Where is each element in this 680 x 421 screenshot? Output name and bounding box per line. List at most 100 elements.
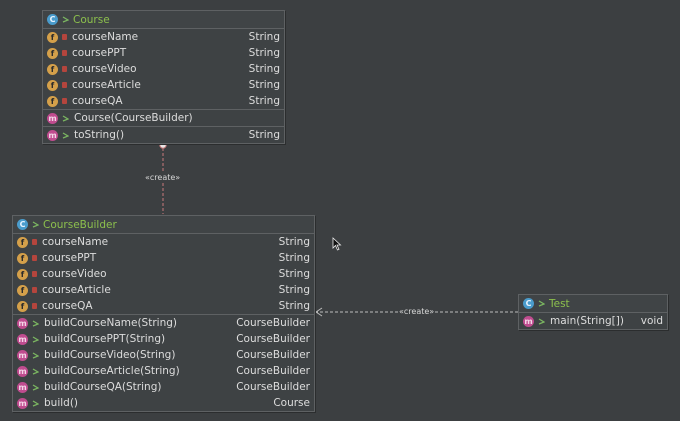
field-name: courseQA	[42, 300, 93, 312]
field-row[interactable]: f courseVideo String	[43, 61, 284, 77]
field-row[interactable]: f courseArticle String	[13, 282, 314, 298]
field-row[interactable]: f courseQA String	[13, 298, 314, 314]
public-visibility-icon	[32, 351, 39, 359]
type-label: String	[248, 63, 280, 75]
class-coursebuilder-header[interactable]: C CourseBuilder	[13, 216, 314, 234]
public-visibility-icon	[32, 319, 39, 327]
class-title: CourseBuilder	[43, 218, 117, 231]
field-icon: f	[17, 300, 28, 312]
class-course[interactable]: C Course f courseName String f coursePPT Stri…	[42, 10, 285, 144]
type-label: String	[248, 31, 280, 43]
field-row[interactable]: f courseArticle String	[43, 77, 284, 93]
type-label: CourseBuilder	[236, 381, 310, 393]
fields-section: f courseName String f coursePPT String f course…	[43, 29, 284, 110]
method-row[interactable]: m buildCourseName(String) CourseBuilder	[13, 315, 314, 331]
method-signature: buildCourseArticle(String)	[44, 365, 180, 377]
field-icon: f	[17, 284, 28, 296]
type-label: String	[248, 129, 280, 141]
public-visibility-icon	[32, 383, 39, 391]
method-row[interactable]: m toString() String	[43, 127, 284, 143]
field-name: courseArticle	[72, 79, 141, 91]
field-icon: f	[47, 63, 58, 75]
private-visibility-icon	[32, 303, 37, 309]
type-label: String	[248, 47, 280, 59]
private-visibility-icon	[62, 50, 67, 56]
public-visibility-icon	[62, 114, 69, 122]
type-label: String	[278, 268, 310, 280]
field-row[interactable]: f coursePPT String	[43, 45, 284, 61]
public-visibility-icon	[538, 300, 545, 307]
create-label-test-builder: «create»	[398, 307, 436, 316]
method-icon: m	[17, 333, 28, 345]
methods-section: m main(String[]) void	[519, 313, 667, 329]
public-visibility-icon	[32, 399, 39, 407]
methods-section: m buildCourseName(String) CourseBuilder m bu…	[13, 315, 314, 411]
field-name: coursePPT	[42, 252, 97, 264]
field-row[interactable]: f courseName String	[43, 29, 284, 45]
public-visibility-icon	[62, 16, 69, 23]
method-signature: buildCoursePPT(String)	[44, 333, 166, 345]
field-name: coursePPT	[72, 47, 127, 59]
type-label: String	[278, 236, 310, 248]
class-test-header[interactable]: C Test	[519, 295, 667, 313]
field-icon: f	[47, 47, 58, 59]
method-icon: m	[47, 129, 58, 141]
mouse-cursor-icon	[332, 237, 342, 251]
type-label: Course	[273, 397, 310, 409]
static-nested-class-icon: C	[17, 219, 28, 230]
uml-diagram-canvas[interactable]: «create» «create» C Course f courseName St…	[0, 0, 680, 421]
public-visibility-icon	[32, 367, 39, 375]
method-signature: build()	[44, 397, 79, 409]
class-icon: C	[523, 298, 534, 309]
method-icon: m	[523, 315, 534, 327]
type-label: String	[278, 252, 310, 264]
method-row[interactable]: m buildCourseQA(String) CourseBuilder	[13, 379, 314, 395]
method-row[interactable]: m main(String[]) void	[519, 313, 667, 329]
field-row[interactable]: f courseName String	[13, 234, 314, 250]
field-icon: f	[47, 79, 58, 91]
public-visibility-icon	[32, 335, 39, 343]
method-row[interactable]: m buildCourseArticle(String) CourseBuilder	[13, 363, 314, 379]
method-signature: main(String[])	[550, 315, 624, 327]
constructors-section: m Course(CourseBuilder)	[43, 110, 284, 127]
class-test[interactable]: C Test m main(String[]) void	[518, 294, 668, 330]
type-label: String	[248, 79, 280, 91]
method-signature: toString()	[74, 129, 125, 141]
public-visibility-icon	[32, 221, 39, 228]
class-icon: C	[47, 14, 58, 25]
method-row[interactable]: m Course(CourseBuilder)	[43, 110, 284, 126]
method-icon: m	[17, 397, 28, 409]
class-coursebuilder[interactable]: C CourseBuilder f courseName String f course…	[12, 215, 315, 412]
field-name: courseQA	[72, 95, 123, 107]
public-visibility-icon	[62, 131, 69, 139]
method-row[interactable]: m build() Course	[13, 395, 314, 411]
type-label: String	[278, 300, 310, 312]
private-visibility-icon	[32, 271, 37, 277]
field-icon: f	[17, 252, 28, 264]
field-icon: f	[17, 268, 28, 280]
fields-section: f courseName String f coursePPT String f course…	[13, 234, 314, 315]
field-name: courseArticle	[42, 284, 111, 296]
field-name: courseName	[72, 31, 139, 43]
field-icon: f	[17, 236, 28, 248]
type-label: String	[248, 95, 280, 107]
method-row[interactable]: m buildCourseVideo(String) CourseBuilder	[13, 347, 314, 363]
type-label: CourseBuilder	[236, 365, 310, 377]
class-title: Test	[549, 297, 570, 310]
field-row[interactable]: f courseVideo String	[13, 266, 314, 282]
method-icon: m	[17, 381, 28, 393]
create-label-builder-course: «create»	[144, 173, 182, 182]
field-name: courseVideo	[42, 268, 107, 280]
field-row[interactable]: f courseQA String	[43, 93, 284, 109]
method-icon: m	[17, 365, 28, 377]
private-visibility-icon	[62, 98, 67, 104]
private-visibility-icon	[62, 82, 67, 88]
method-icon: m	[17, 349, 28, 361]
private-visibility-icon	[32, 287, 37, 293]
methods-section: m toString() String	[43, 127, 284, 143]
field-row[interactable]: f coursePPT String	[13, 250, 314, 266]
method-signature: Course(CourseBuilder)	[74, 112, 193, 124]
method-row[interactable]: m buildCoursePPT(String) CourseBuilder	[13, 331, 314, 347]
class-course-header[interactable]: C Course	[43, 11, 284, 29]
method-signature: buildCourseName(String)	[44, 317, 177, 329]
